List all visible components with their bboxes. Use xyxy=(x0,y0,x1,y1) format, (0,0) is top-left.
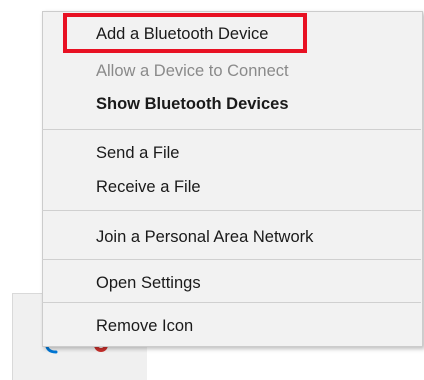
menu-item-show-bluetooth-devices[interactable]: Show Bluetooth Devices xyxy=(96,94,289,114)
menu-separator xyxy=(42,129,421,130)
menu-item-receive-file[interactable]: Receive a File xyxy=(96,177,201,197)
menu-item-send-file[interactable]: Send a File xyxy=(96,143,179,163)
menu-item-allow-device-to-connect: Allow a Device to Connect xyxy=(96,62,289,80)
highlight-annotation-box xyxy=(63,13,307,53)
menu-item-remove-icon[interactable]: Remove Icon xyxy=(96,316,193,336)
menu-item-open-settings[interactable]: Open Settings xyxy=(96,273,201,293)
menu-separator xyxy=(42,302,421,303)
menu-separator xyxy=(42,210,421,211)
menu-separator xyxy=(42,259,421,260)
menu-item-join-personal-area-network[interactable]: Join a Personal Area Network xyxy=(96,227,313,247)
